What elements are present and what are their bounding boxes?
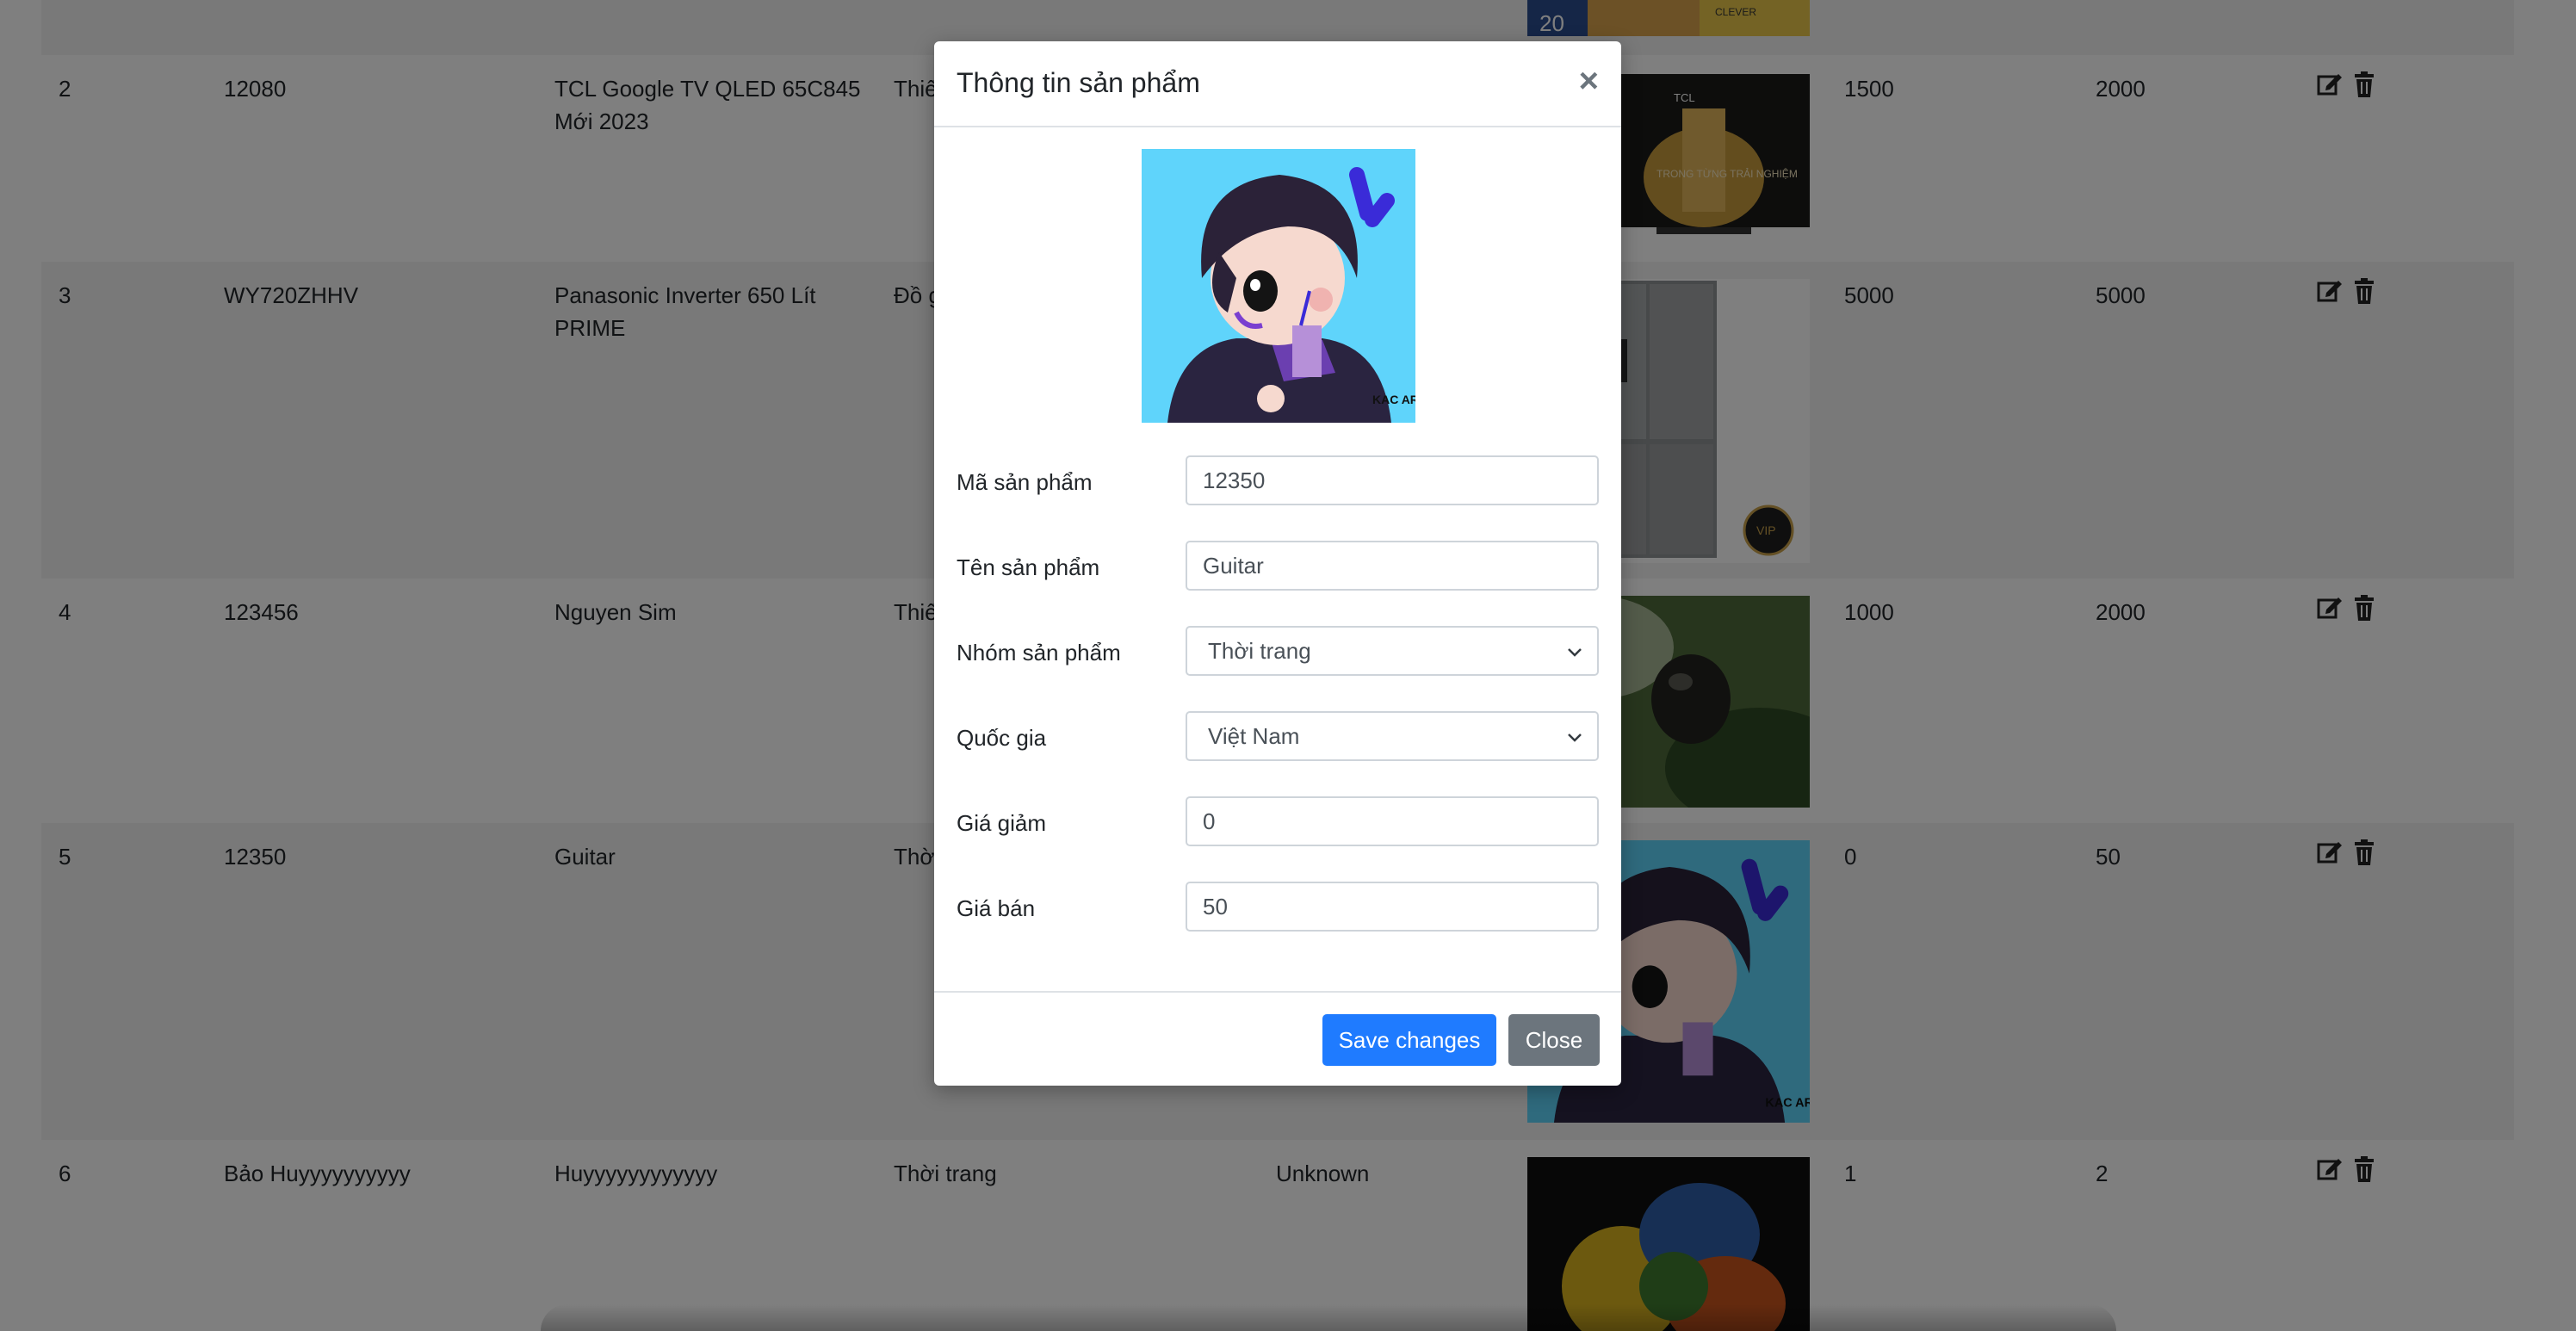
form-row-group: Nhóm sản phẩm Thời trang (957, 626, 1599, 679)
save-changes-button[interactable]: Save changes (1322, 1014, 1496, 1066)
modal-title: Thông tin sản phẩm (957, 67, 1200, 98)
country-select[interactable]: Việt Nam (1186, 711, 1599, 761)
product-group-select[interactable]: Thời trang (1186, 626, 1599, 676)
sale-price-input[interactable] (1186, 882, 1599, 932)
product-group-value: Thời trang (1208, 638, 1311, 664)
country-label: Quốc gia (957, 725, 1047, 751)
product-name-input[interactable] (1186, 541, 1599, 591)
product-image-preview: KAC ART (1142, 149, 1415, 423)
product-code-input[interactable] (1186, 455, 1599, 505)
name-label: Tên sản phẩm (957, 554, 1100, 580)
watermark-text: KAC ART (1372, 393, 1415, 406)
discount-price-input[interactable] (1186, 796, 1599, 846)
form-row-name: Tên sản phẩm (957, 541, 1599, 594)
form-row-code: Mã sản phẩm (957, 455, 1599, 509)
form-row-country: Quốc gia Việt Nam (957, 711, 1599, 765)
product-info-modal: Thông tin sản phẩm × KAC ART Mã sản phẩm (934, 41, 1621, 1086)
code-label: Mã sản phẩm (957, 469, 1093, 495)
discount-label: Giá giảm (957, 810, 1047, 836)
close-button[interactable]: Close (1508, 1014, 1600, 1066)
chevron-down-icon (1568, 648, 1582, 657)
price-label: Giá bán (957, 895, 1036, 921)
modal-footer: Save changes Close (934, 991, 1621, 1087)
group-label: Nhóm sản phẩm (957, 640, 1121, 666)
form-row-price: Giá bán (957, 882, 1599, 935)
chevron-down-icon (1568, 734, 1582, 742)
country-value: Việt Nam (1208, 723, 1300, 749)
form-row-discount: Giá giảm (957, 796, 1599, 850)
modal-header: Thông tin sản phẩm × (934, 41, 1621, 127)
close-icon[interactable]: × (1579, 64, 1599, 98)
